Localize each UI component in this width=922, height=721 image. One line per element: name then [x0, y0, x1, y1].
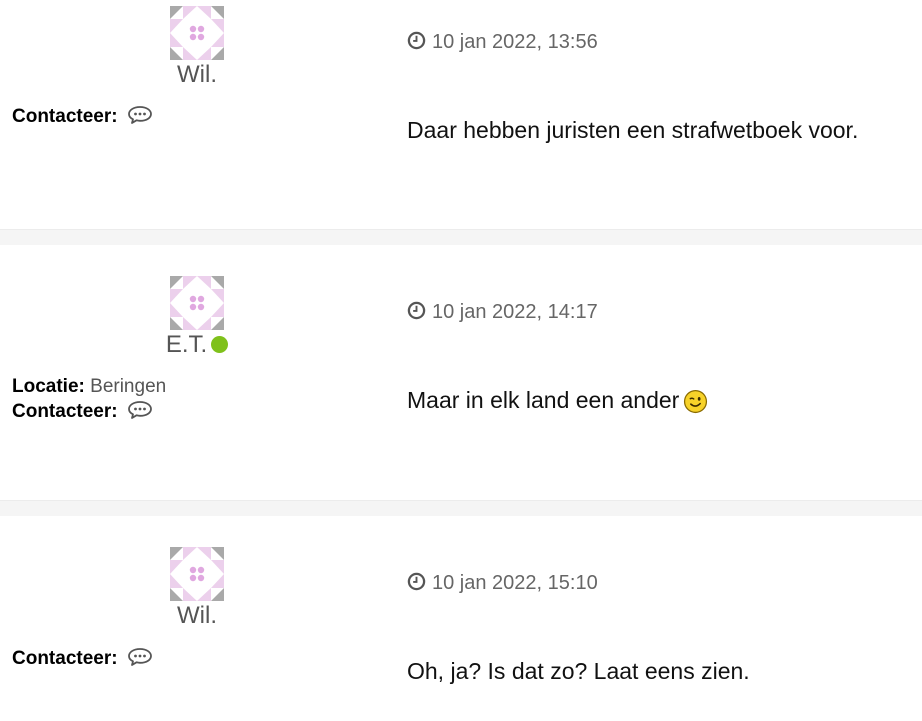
- user-avatar[interactable]: [170, 6, 224, 60]
- post-separator: [0, 500, 922, 516]
- clock-icon: [407, 301, 426, 320]
- contact-row: Contacteer:: [12, 647, 153, 671]
- chat-bubble-icon[interactable]: [127, 400, 153, 420]
- post: Wil. Contacteer: 10 jan 2022, 15:10 Oh, …: [0, 516, 922, 721]
- post-text: Oh, ja? Is dat zo? Laat eens zien.: [407, 658, 750, 684]
- post-text: Maar in elk land een ander: [407, 387, 680, 413]
- post-date[interactable]: 10 jan 2022, 14:17: [407, 300, 598, 324]
- wink-smiley-icon: [684, 389, 708, 414]
- post-author[interactable]: Wil.: [0, 602, 394, 630]
- post: E.T. Locatie: Beringen Contacteer: 10 ja…: [0, 245, 922, 500]
- user-avatar[interactable]: [170, 547, 224, 601]
- post-date-text[interactable]: 10 jan 2022, 15:10: [432, 572, 598, 594]
- user-avatar[interactable]: [170, 276, 224, 330]
- post-content: Oh, ja? Is dat zo? Laat eens zien.: [407, 657, 750, 685]
- clock-icon: [407, 572, 426, 591]
- author-name[interactable]: Wil.: [177, 61, 217, 88]
- post-separator: [0, 229, 922, 245]
- post-date-text[interactable]: 10 jan 2022, 14:17: [432, 301, 598, 323]
- post-date-text[interactable]: 10 jan 2022, 13:56: [432, 31, 598, 53]
- post-text: Daar hebben juristen een strafwetboek vo…: [407, 117, 859, 143]
- post-author[interactable]: Wil.: [0, 61, 394, 89]
- author-name[interactable]: Wil.: [177, 602, 217, 629]
- post-content: Maar in elk land een ander: [407, 386, 708, 414]
- contact-label: Contacteer:: [12, 401, 118, 422]
- post: Wil. Contacteer: 10 jan 2022, 13:56 Daar…: [0, 0, 922, 229]
- post-content: Daar hebben juristen een strafwetboek vo…: [407, 116, 858, 144]
- clock-icon: [407, 31, 426, 50]
- contact-row: Contacteer:: [12, 105, 153, 129]
- chat-bubble-icon[interactable]: [127, 105, 153, 125]
- post-date[interactable]: 10 jan 2022, 13:56: [407, 30, 598, 54]
- contact-label: Contacteer:: [12, 648, 118, 669]
- contact-row: Contacteer:: [12, 400, 153, 424]
- location-label: Locatie:: [12, 376, 85, 397]
- post-date[interactable]: 10 jan 2022, 15:10: [407, 571, 598, 595]
- location-row: Locatie: Beringen: [12, 375, 166, 399]
- location-value: Beringen: [90, 376, 167, 397]
- post-author[interactable]: E.T.: [0, 331, 394, 359]
- online-status-icon: [211, 336, 229, 353]
- contact-label: Contacteer:: [12, 106, 118, 127]
- chat-bubble-icon[interactable]: [127, 647, 153, 667]
- author-name[interactable]: E.T.: [166, 331, 207, 358]
